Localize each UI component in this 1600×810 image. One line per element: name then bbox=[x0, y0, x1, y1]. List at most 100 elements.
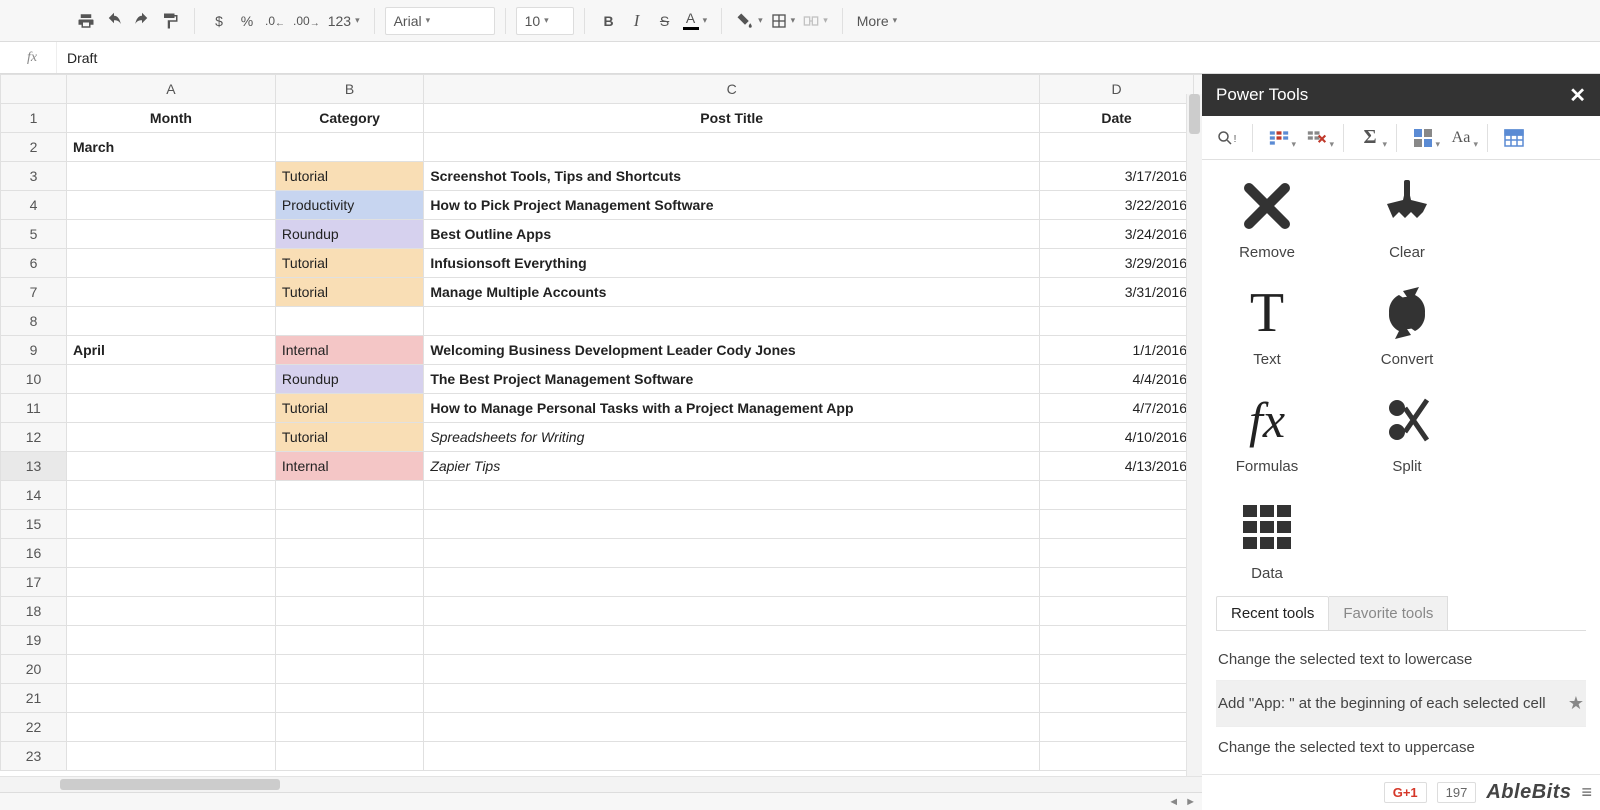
paint-format-button[interactable] bbox=[156, 7, 184, 35]
row-header[interactable]: 16 bbox=[1, 539, 67, 568]
table-row[interactable]: 13InternalZapier Tips4/13/2016Draft bbox=[1, 452, 1203, 481]
table-row[interactable]: 17 bbox=[1, 568, 1203, 597]
row-header[interactable]: 3 bbox=[1, 162, 67, 191]
redo-button[interactable] bbox=[128, 7, 156, 35]
remove-dup-tool-icon[interactable] bbox=[1299, 123, 1335, 153]
row-header[interactable]: 15 bbox=[1, 510, 67, 539]
font-size-select[interactable]: 10 bbox=[516, 7, 574, 35]
italic-button[interactable]: I bbox=[623, 7, 651, 35]
table-row[interactable]: 4ProductivityHow to Pick Project Managem… bbox=[1, 191, 1203, 220]
col-D[interactable]: D bbox=[1040, 75, 1194, 104]
recent-tool-item[interactable]: Change the selected text to uppercase bbox=[1216, 727, 1586, 768]
formula-input[interactable]: Draft bbox=[56, 42, 1592, 73]
currency-button[interactable]: $ bbox=[205, 7, 233, 35]
table-row[interactable]: 1MonthCategoryPost TitleDate bbox=[1, 104, 1203, 133]
table-row[interactable]: 11TutorialHow to Manage Personal Tasks w… bbox=[1, 394, 1203, 423]
row-header[interactable]: 17 bbox=[1, 568, 67, 597]
tile-convert[interactable]: Convert bbox=[1362, 285, 1452, 368]
row-header[interactable]: 9 bbox=[1, 336, 67, 365]
table-row[interactable]: 23 bbox=[1, 742, 1203, 771]
column-headers[interactable]: A B C D bbox=[1, 75, 1203, 104]
row-header[interactable]: 8 bbox=[1, 307, 67, 336]
table-row[interactable]: 18 bbox=[1, 597, 1203, 626]
row-header[interactable]: 7 bbox=[1, 278, 67, 307]
table-row[interactable]: 3TutorialScreenshot Tools, Tips and Shor… bbox=[1, 162, 1203, 191]
recent-tool-item[interactable]: Change the selected text to lowercase bbox=[1216, 639, 1586, 681]
row-header[interactable]: 21 bbox=[1, 684, 67, 713]
star-icon[interactable]: ★ bbox=[1568, 693, 1584, 714]
table-row[interactable]: 14 bbox=[1, 481, 1203, 510]
table-row[interactable]: 5RoundupBest Outline Apps3/24/2016To U bbox=[1, 220, 1203, 249]
row-header[interactable]: 5 bbox=[1, 220, 67, 249]
tile-data[interactable]: Data bbox=[1222, 499, 1312, 582]
row-header[interactable]: 6 bbox=[1, 249, 67, 278]
table-row[interactable]: 10RoundupThe Best Project Management Sof… bbox=[1, 365, 1203, 394]
num-format-button[interactable]: 123 bbox=[324, 7, 364, 35]
recent-tool-item[interactable]: Add "App: " at the beginning of each sel… bbox=[1216, 681, 1586, 727]
tile-clear[interactable]: Clear bbox=[1362, 178, 1452, 261]
table-row[interactable]: 8Tota bbox=[1, 307, 1203, 336]
tile-split[interactable]: Split bbox=[1362, 392, 1452, 475]
row-header[interactable]: 14 bbox=[1, 481, 67, 510]
row-header[interactable]: 2 bbox=[1, 133, 67, 162]
scroll-left-icon[interactable]: ◄ bbox=[1168, 796, 1179, 808]
row-header[interactable]: 11 bbox=[1, 394, 67, 423]
decrease-decimal-button[interactable]: .0← bbox=[261, 7, 289, 35]
fill-color-button[interactable] bbox=[732, 7, 767, 35]
table-row[interactable]: 15 bbox=[1, 510, 1203, 539]
grid-table[interactable]: A B C D 1MonthCategoryPost TitleDate2Mar… bbox=[0, 74, 1202, 771]
undo-button[interactable] bbox=[100, 7, 128, 35]
tile-text[interactable]: T Text bbox=[1222, 285, 1312, 368]
tab-favorite[interactable]: Favorite tools bbox=[1329, 596, 1448, 631]
close-icon[interactable]: ✕ bbox=[1569, 83, 1586, 108]
increase-decimal-button[interactable]: .00→ bbox=[289, 7, 324, 35]
row-header[interactable]: 22 bbox=[1, 713, 67, 742]
tile-remove[interactable]: Remove bbox=[1222, 178, 1312, 261]
col-B[interactable]: B bbox=[275, 75, 423, 104]
more-button[interactable]: More bbox=[853, 7, 901, 35]
table-row[interactable]: 16 bbox=[1, 539, 1203, 568]
select-all-cell[interactable] bbox=[1, 75, 67, 104]
strikethrough-button[interactable]: S bbox=[651, 7, 679, 35]
case-tool-icon[interactable]: Aa bbox=[1443, 123, 1479, 153]
table-row[interactable]: 12TutorialSpreadsheets for Writing4/10/2… bbox=[1, 423, 1203, 452]
table-row[interactable]: 19 bbox=[1, 626, 1203, 655]
layout-tool-icon[interactable] bbox=[1405, 123, 1441, 153]
row-header[interactable]: 20 bbox=[1, 655, 67, 684]
dedupe-tool-icon[interactable] bbox=[1261, 123, 1297, 153]
table-row[interactable]: 2March bbox=[1, 133, 1203, 162]
table-tool-icon[interactable] bbox=[1496, 123, 1532, 153]
row-header[interactable]: 10 bbox=[1, 365, 67, 394]
table-row[interactable]: 21 bbox=[1, 684, 1203, 713]
row-header[interactable]: 1 bbox=[1, 104, 67, 133]
merge-button[interactable] bbox=[799, 7, 832, 35]
percent-button[interactable]: % bbox=[233, 7, 261, 35]
table-row[interactable]: 6TutorialInfusionsoft Everything3/29/201… bbox=[1, 249, 1203, 278]
sum-tool-icon[interactable]: Σ bbox=[1352, 123, 1388, 153]
menu-icon[interactable]: ≡ bbox=[1581, 782, 1592, 803]
bold-button[interactable]: B bbox=[595, 7, 623, 35]
table-row[interactable]: 20 bbox=[1, 655, 1203, 684]
row-header[interactable]: 23 bbox=[1, 742, 67, 771]
table-row[interactable]: 22 bbox=[1, 713, 1203, 742]
font-select[interactable]: Arial bbox=[385, 7, 495, 35]
tile-formulas[interactable]: fx Formulas bbox=[1222, 392, 1312, 475]
vertical-scrollbar[interactable] bbox=[1186, 94, 1202, 776]
print-button[interactable] bbox=[72, 7, 100, 35]
table-row[interactable]: 9AprilInternalWelcoming Business Develop… bbox=[1, 336, 1203, 365]
tab-recent[interactable]: Recent tools bbox=[1216, 596, 1329, 631]
search-tool-icon[interactable]: ! bbox=[1208, 123, 1244, 153]
row-header[interactable]: 12 bbox=[1, 423, 67, 452]
row-header[interactable]: 18 bbox=[1, 597, 67, 626]
col-C[interactable]: C bbox=[424, 75, 1040, 104]
table-row[interactable]: 7TutorialManage Multiple Accounts3/31/20… bbox=[1, 278, 1203, 307]
scroll-right-icon[interactable]: ► bbox=[1185, 796, 1196, 808]
text-color-button[interactable]: A bbox=[679, 7, 712, 35]
horizontal-scrollbar[interactable] bbox=[0, 776, 1202, 792]
row-header[interactable]: 13 bbox=[1, 452, 67, 481]
row-header[interactable]: 19 bbox=[1, 626, 67, 655]
borders-button[interactable] bbox=[767, 7, 800, 35]
gplus-button[interactable]: G+1 bbox=[1384, 782, 1427, 803]
col-A[interactable]: A bbox=[66, 75, 275, 104]
row-header[interactable]: 4 bbox=[1, 191, 67, 220]
